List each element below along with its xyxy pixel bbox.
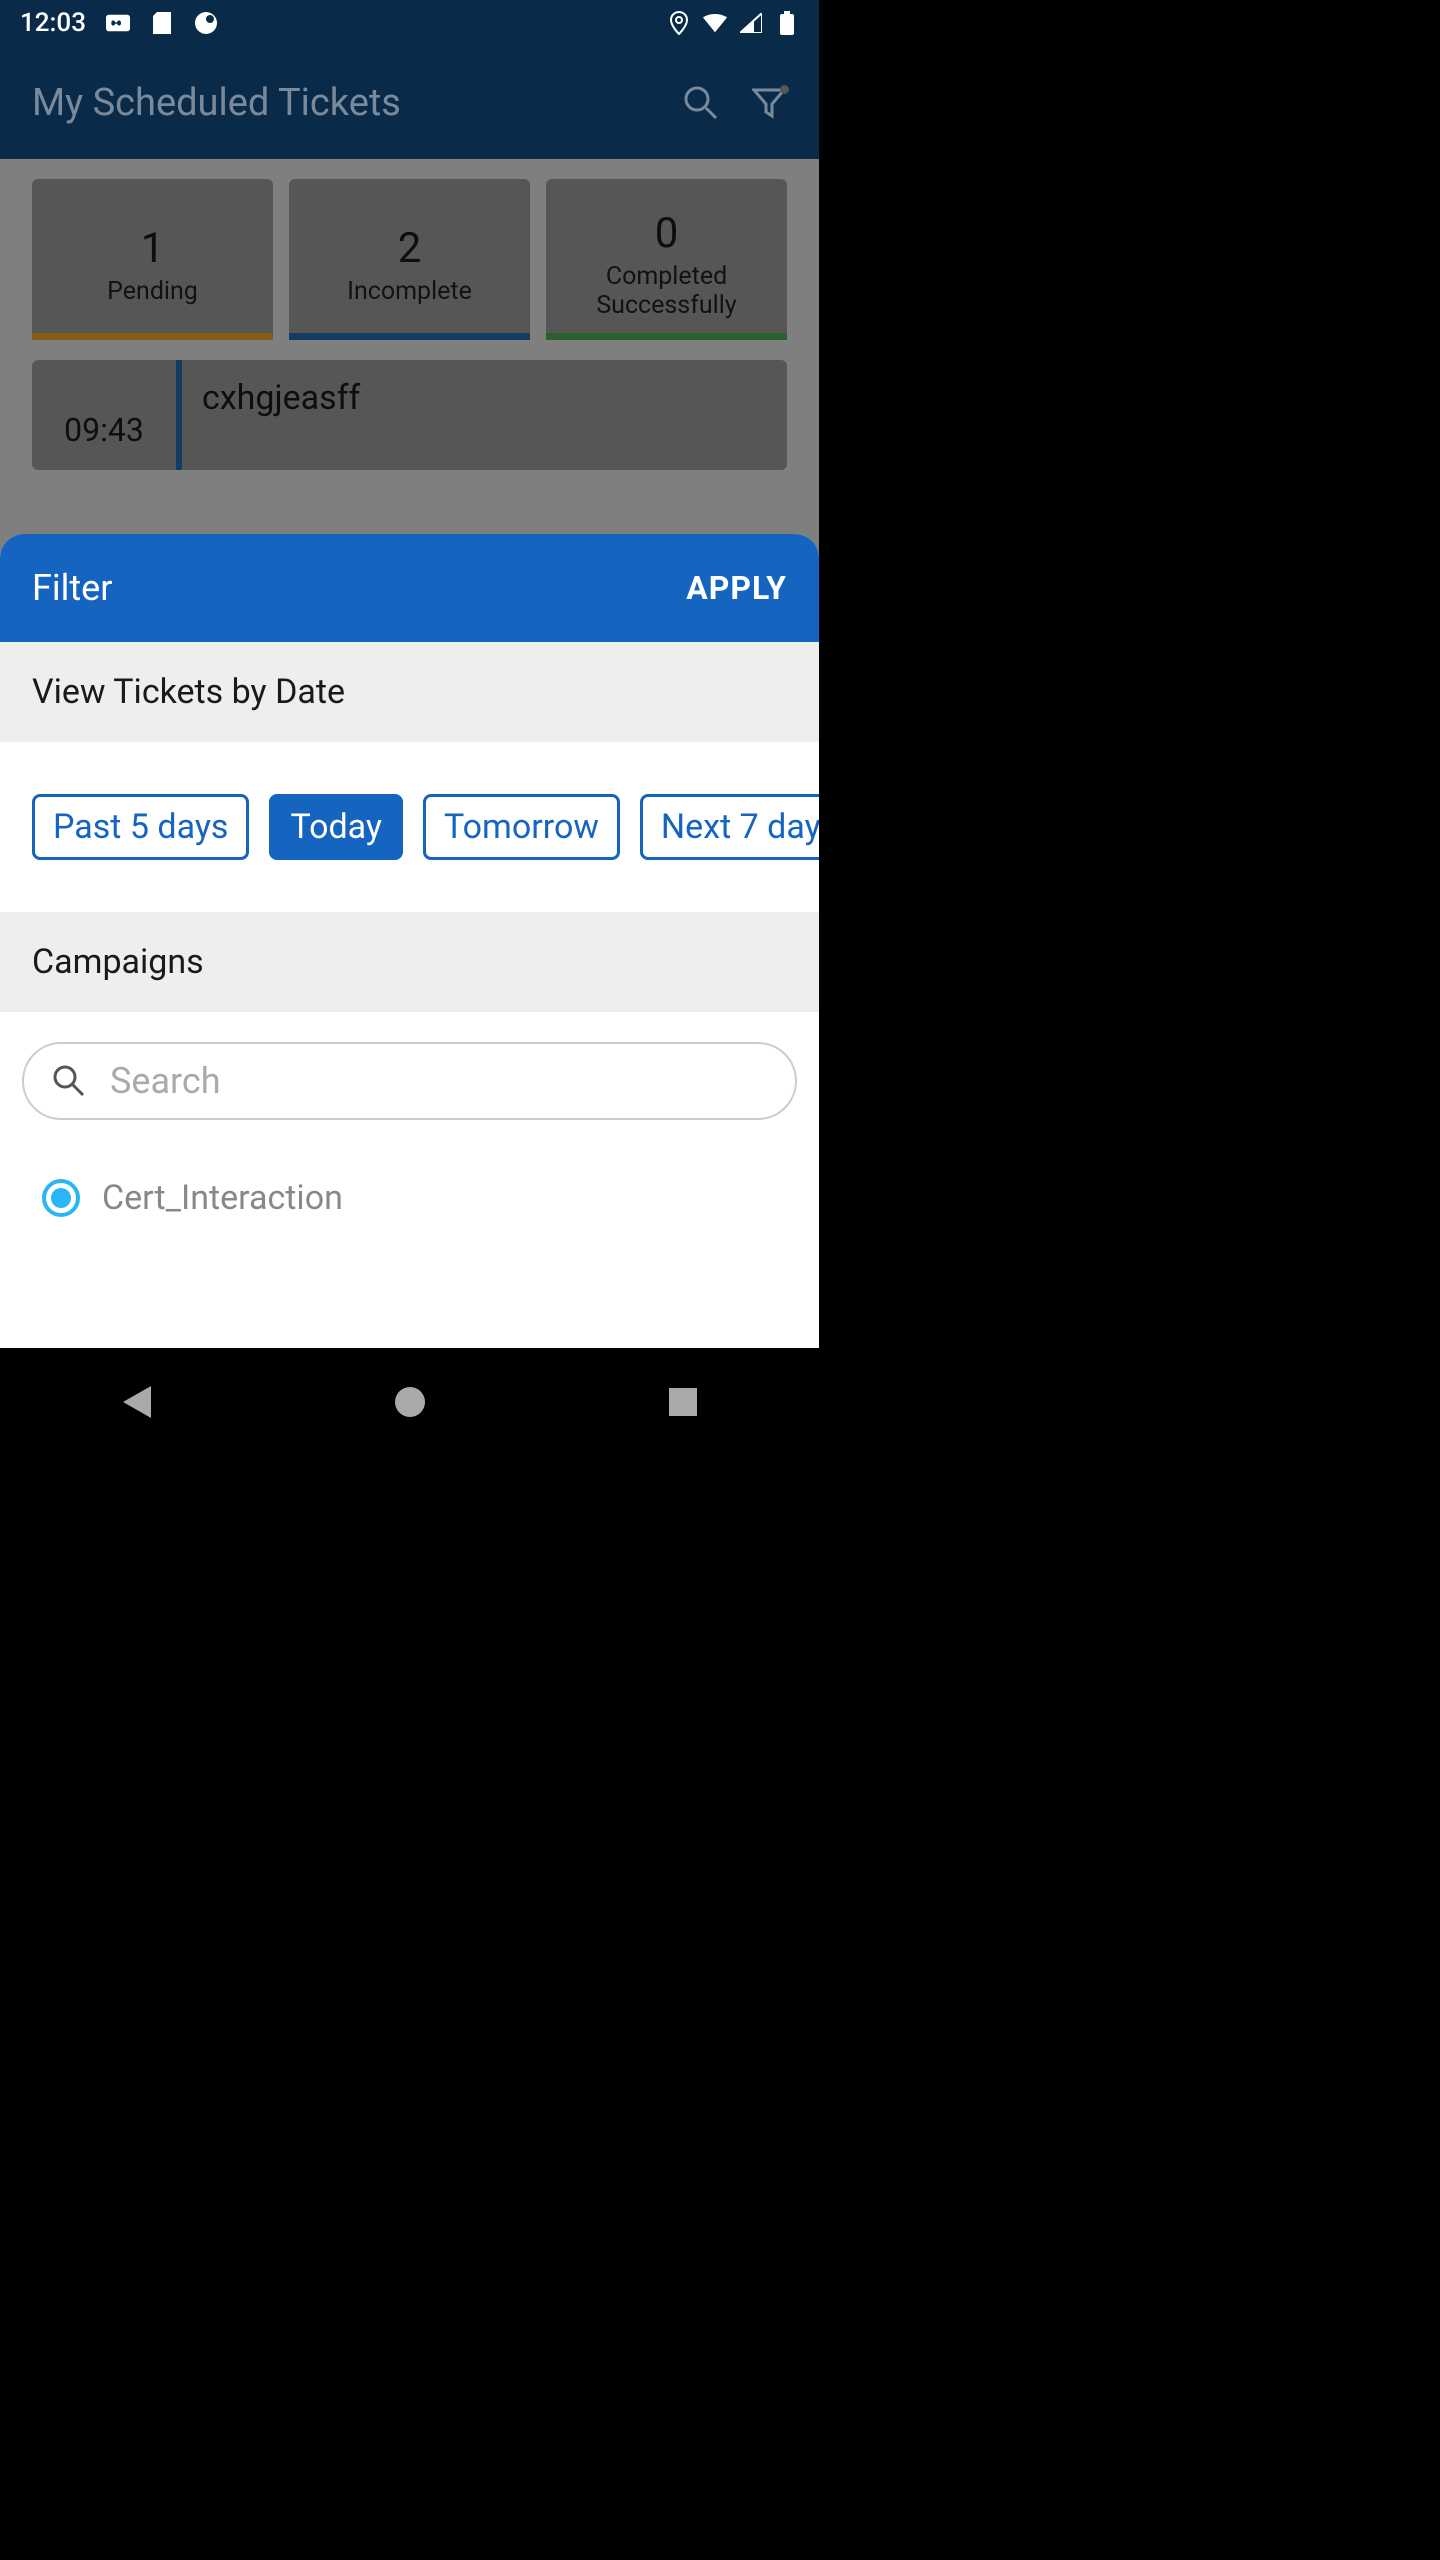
status-right: [667, 11, 799, 35]
location-icon: [667, 11, 691, 35]
filter-badge-dot: [780, 85, 789, 94]
section-title: View Tickets by Date: [32, 672, 345, 712]
status-time: 12:03: [20, 8, 86, 38]
date-section-header: View Tickets by Date: [0, 642, 819, 742]
filter-bottom-sheet: Filter APPLY View Tickets by Date Past 5…: [0, 534, 819, 1348]
app-bar: My Scheduled Tickets: [0, 46, 819, 159]
date-pill-next7days[interactable]: Next 7 days: [640, 794, 819, 860]
recent-apps-button[interactable]: [663, 1382, 703, 1422]
signal-icon: [739, 11, 763, 35]
campaigns-section-header: Campaigns: [0, 912, 819, 1012]
campaign-name: Cert_Interaction: [102, 1178, 343, 1218]
search-placeholder: Search: [110, 1060, 221, 1102]
date-pill-today[interactable]: Today: [269, 794, 403, 860]
campaign-item[interactable]: Cert_Interaction: [42, 1168, 777, 1228]
sheet-title: Filter: [32, 567, 112, 609]
battery-icon: [775, 11, 799, 35]
date-pill-past5days[interactable]: Past 5 days: [32, 794, 249, 860]
back-button[interactable]: [117, 1382, 157, 1422]
page-title: My Scheduled Tickets: [32, 81, 401, 125]
home-button[interactable]: [390, 1382, 430, 1422]
filter-icon[interactable]: [751, 85, 787, 121]
search-container: Search: [0, 1012, 819, 1150]
sheet-header: Filter APPLY: [0, 534, 819, 642]
status-left: 12:03: [20, 8, 218, 38]
radio-selected-icon[interactable]: [42, 1179, 80, 1217]
android-nav-bar: [0, 1348, 819, 1456]
date-pills-row[interactable]: Past 5 days Today Tomorrow Next 7 days: [0, 742, 819, 912]
search-icon: [52, 1064, 86, 1098]
sd-card-icon: [150, 11, 174, 35]
infinity-icon: [106, 11, 130, 35]
wifi-icon: [703, 11, 727, 35]
circle-icon: [194, 11, 218, 35]
radio-inner: [51, 1188, 71, 1208]
apply-button[interactable]: APPLY: [686, 569, 787, 607]
section-title: Campaigns: [32, 942, 204, 982]
campaign-list: Cert_Interaction: [0, 1150, 819, 1348]
app-bar-actions: [683, 85, 787, 121]
date-pill-tomorrow[interactable]: Tomorrow: [423, 794, 620, 860]
search-icon[interactable]: [683, 85, 719, 121]
search-input[interactable]: Search: [22, 1042, 797, 1120]
status-bar: 12:03: [0, 0, 819, 46]
